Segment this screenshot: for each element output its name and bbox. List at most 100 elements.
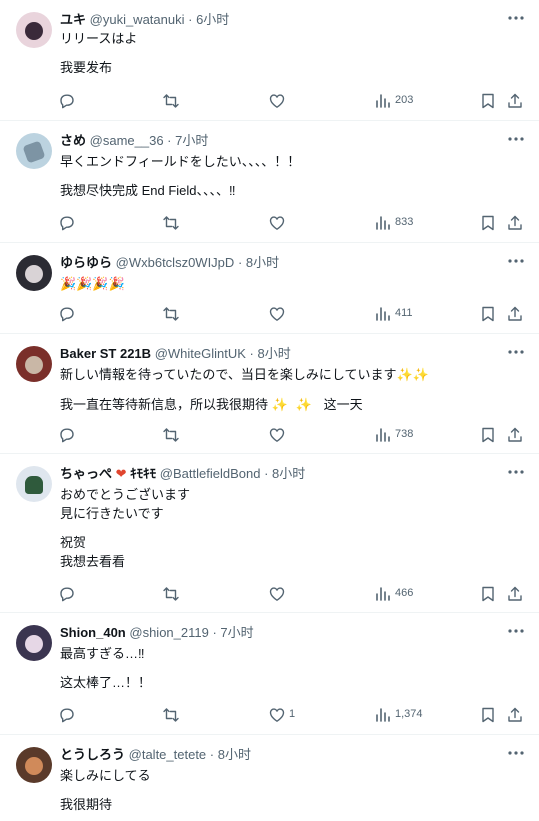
reply-icon <box>60 307 74 322</box>
more-options-button[interactable] <box>506 9 526 27</box>
repost-button[interactable] <box>162 705 182 725</box>
tweet[interactable]: とうしろう @talte_tetete · 8小时 楽しみにしてる 我很期待 <box>0 735 539 821</box>
bookmark-button[interactable] <box>479 705 499 725</box>
repost-button[interactable] <box>162 213 182 233</box>
share-button[interactable] <box>506 91 526 111</box>
views-button[interactable]: 1,374 <box>374 705 434 725</box>
timestamp[interactable]: · 7小时 <box>212 625 253 640</box>
share-button[interactable] <box>506 584 526 604</box>
heart-icon <box>269 587 285 601</box>
more-options-button[interactable] <box>506 463 526 481</box>
sparkles-emoji: ✨✨ <box>271 398 321 413</box>
avatar[interactable] <box>16 133 52 169</box>
tweet-header: Shion_40n @shion_2119 · 7小时 <box>60 624 254 641</box>
share-button[interactable] <box>506 705 526 725</box>
bookmark-button[interactable] <box>479 91 499 111</box>
more-options-button[interactable] <box>506 343 526 361</box>
bookmark-button[interactable] <box>479 425 499 445</box>
tweet[interactable]: Baker ST 221B @WhiteGlintUK · 8小时 新しい情報を… <box>0 334 539 453</box>
timestamp[interactable]: · 8小时 <box>264 466 305 481</box>
repost-button[interactable] <box>162 91 182 111</box>
reply-button[interactable] <box>58 705 78 725</box>
tweet[interactable]: ユキ @yuki_watanuki · 6小时 リリースはよ 我要发布 203 <box>0 0 539 120</box>
bookmark-button[interactable] <box>479 584 499 604</box>
views-button[interactable]: 833 <box>374 213 434 233</box>
share-button[interactable] <box>506 304 526 324</box>
timestamp[interactable]: · 8小时 <box>250 346 291 361</box>
repost-icon <box>163 216 179 230</box>
avatar[interactable] <box>16 747 52 783</box>
display-name[interactable]: さめ <box>60 133 86 148</box>
reply-button[interactable] <box>58 91 78 111</box>
more-options-button[interactable] <box>506 252 526 270</box>
tweet[interactable]: ちゃっぺ ❤ ｷﾓｷﾓ @BattlefieldBond · 8小时 おめでとう… <box>0 454 539 612</box>
user-handle[interactable]: @yuki_watanuki <box>90 12 185 27</box>
like-count: 1 <box>289 708 296 720</box>
tweet-line: 最高すぎる…‼ <box>60 646 145 661</box>
bookmark-button[interactable] <box>479 213 499 233</box>
translation-line: 我要发布 <box>60 60 113 75</box>
timestamp[interactable]: · 7小时 <box>167 133 208 148</box>
user-handle[interactable]: @BattlefieldBond <box>160 466 261 481</box>
more-options-button[interactable] <box>506 130 526 148</box>
repost-button[interactable] <box>162 304 182 324</box>
like-button[interactable] <box>268 584 308 604</box>
bookmark-button[interactable] <box>479 304 499 324</box>
like-button[interactable] <box>268 91 308 111</box>
more-options-button[interactable] <box>506 744 526 762</box>
display-name[interactable]: Shion_40n <box>60 625 126 640</box>
tweet[interactable]: さめ @same__36 · 7小时 早くエンドフィールドをしたい、、、、！！ … <box>0 121 539 242</box>
display-name[interactable]: Baker ST 221B <box>60 346 151 361</box>
reply-button[interactable] <box>58 584 78 604</box>
timestamp[interactable]: · 6小时 <box>188 12 229 27</box>
more-dots-icon <box>508 137 524 141</box>
user-handle[interactable]: @shion_2119 <box>129 625 208 640</box>
tweet[interactable]: Shion_40n @shion_2119 · 7小时 最高すぎる…‼ 这太棒了… <box>0 613 539 734</box>
avatar[interactable] <box>16 12 52 48</box>
avatar[interactable] <box>16 625 52 661</box>
share-button[interactable] <box>506 425 526 445</box>
reply-icon <box>60 428 74 443</box>
avatar[interactable] <box>16 466 52 502</box>
reply-button[interactable] <box>58 213 78 233</box>
reply-button[interactable] <box>58 304 78 324</box>
more-dots-icon <box>508 16 524 20</box>
like-button[interactable] <box>268 213 308 233</box>
views-button[interactable]: 738 <box>374 425 434 445</box>
repost-button[interactable] <box>162 425 182 445</box>
display-name[interactable]: ゆらゆら <box>60 255 112 270</box>
translation-line: 祝贺 <box>60 535 87 550</box>
display-name[interactable]: ちゃっぺ <box>60 466 112 481</box>
avatar[interactable] <box>16 255 52 291</box>
avatar[interactable] <box>16 346 52 382</box>
timestamp[interactable]: · 8小时 <box>238 255 279 270</box>
reply-button[interactable] <box>58 425 78 445</box>
user-handle[interactable]: @WhiteGlintUK <box>155 346 246 361</box>
translation-text-b: 这一天 <box>323 397 363 412</box>
timestamp[interactable]: · 8小时 <box>210 747 251 762</box>
action-bar: 1 1,374 <box>58 705 526 725</box>
display-name[interactable]: とうしろう <box>60 747 125 762</box>
tweet-line: リリースはよ <box>60 31 138 46</box>
like-button[interactable] <box>268 304 308 324</box>
more-options-button[interactable] <box>506 622 526 640</box>
share-button[interactable] <box>506 213 526 233</box>
tweet[interactable]: ゆらゆら @Wxb6tclsz0WIJpD · 8小时 🎉🎉🎉🎉 411 <box>0 243 539 333</box>
more-dots-icon <box>508 470 524 474</box>
like-button[interactable] <box>268 425 308 445</box>
like-button[interactable]: 1 <box>268 705 308 725</box>
views-button[interactable]: 466 <box>374 584 434 604</box>
share-icon <box>508 586 522 601</box>
tweet-header: ユキ @yuki_watanuki · 6小时 <box>60 11 229 28</box>
display-name[interactable]: ユキ <box>60 12 86 27</box>
user-handle[interactable]: @same__36 <box>90 133 164 148</box>
views-button[interactable]: 411 <box>374 304 434 324</box>
views-button[interactable]: 203 <box>374 91 434 111</box>
repost-button[interactable] <box>162 584 182 604</box>
bookmark-icon <box>482 93 494 109</box>
timeline-feed: ユキ @yuki_watanuki · 6小时 リリースはよ 我要发布 203 … <box>0 0 539 821</box>
user-handle[interactable]: @talte_tetete <box>129 747 207 762</box>
repost-icon <box>163 428 179 442</box>
analytics-icon <box>376 428 390 442</box>
user-handle[interactable]: @Wxb6tclsz0WIJpD <box>116 255 235 270</box>
